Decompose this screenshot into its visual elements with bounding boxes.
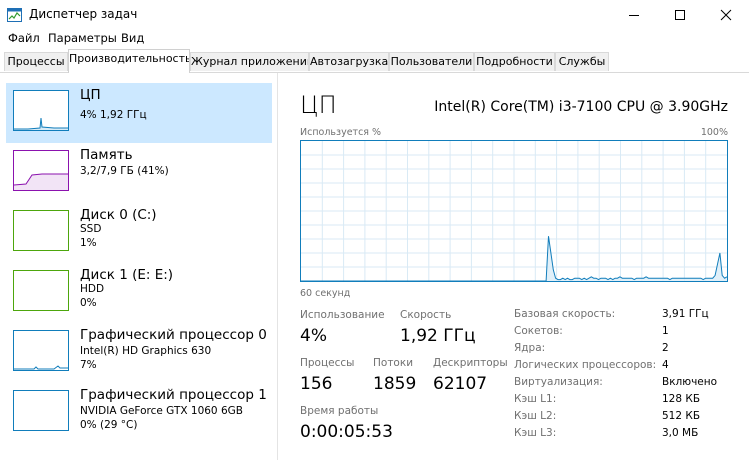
tab-startup[interactable]: Автозагрузка	[309, 52, 389, 71]
close-icon	[720, 9, 732, 21]
spec-value: 3,0 МБ	[662, 427, 699, 439]
processes-label: Процессы	[300, 357, 355, 369]
sidebar-item-detail: Intel(R) HD Graphics 630	[80, 345, 212, 357]
menu-view[interactable]: Вид	[121, 31, 144, 45]
memory-thumbnail	[13, 150, 69, 191]
tab-details[interactable]: Подробности	[474, 52, 555, 71]
sidebar-item-name: ЦП	[80, 87, 101, 103]
graph-max-label: 100%	[700, 127, 728, 138]
maximize-icon	[675, 10, 685, 20]
menu-options[interactable]: Параметры	[48, 31, 117, 45]
tab-services[interactable]: Службы	[555, 52, 609, 71]
usage-label: Использование	[300, 309, 385, 321]
spec-label: Базовая скорость:	[514, 308, 616, 320]
sidebar-item-usage: 7%	[80, 359, 97, 371]
sidebar-item-name: Графический процессор 0	[80, 327, 267, 343]
usage-value: 4%	[300, 326, 327, 346]
resource-list: ЦП 4% 1,92 ГГц Память 3,2/7,9 ГБ (41%) Д…	[0, 73, 278, 460]
spec-value: 128 КБ	[662, 393, 701, 405]
spec-label: Сокетов:	[514, 325, 563, 337]
uptime-value: 0:00:05:53	[300, 422, 393, 442]
sidebar-item-usage: 1%	[80, 237, 97, 249]
sidebar-item-usage: 0% (29 °C)	[80, 419, 138, 431]
menu-bar: Файл Параметры Вид	[0, 30, 749, 48]
handles-value: 62107	[433, 374, 488, 394]
spec-label: Ядра:	[514, 342, 546, 354]
processes-value: 156	[300, 374, 333, 394]
cpu-usage-chart	[301, 141, 727, 281]
maximize-button[interactable]	[657, 0, 703, 30]
menu-file[interactable]: Файл	[8, 31, 40, 45]
cpu-thumbnail	[13, 90, 69, 131]
spec-value: 2	[662, 342, 669, 354]
sidebar-item-name: Диск 1 (E: E:)	[80, 267, 174, 283]
disk-1-thumbnail	[13, 270, 69, 311]
graph-top-label: Используется %	[300, 127, 382, 138]
sidebar-item-gpu-1[interactable]: Графический процессор 1 NVIDIA GeForce G…	[6, 383, 272, 443]
spec-label: Кэш L3:	[514, 427, 557, 439]
sidebar-item-gpu-0[interactable]: Графический процессор 0 Intel(R) HD Grap…	[6, 323, 272, 383]
sidebar-item-memory[interactable]: Память 3,2/7,9 ГБ (41%)	[6, 143, 272, 203]
sidebar-item-name: Память	[80, 147, 133, 163]
spec-value: 3,91 ГГц	[662, 308, 709, 320]
minimize-icon	[629, 15, 639, 16]
tab-bar: Процессы Производительность Журнал прило…	[0, 48, 749, 73]
spec-value: Включено	[662, 376, 718, 388]
title-bar[interactable]: Диспетчер задач	[0, 0, 749, 30]
uptime-label: Время работы	[300, 405, 379, 417]
threads-value: 1859	[373, 374, 417, 394]
window-title: Диспетчер задач	[29, 7, 138, 21]
sidebar-item-cpu[interactable]: ЦП 4% 1,92 ГГц	[6, 83, 272, 143]
task-manager-icon	[7, 7, 22, 22]
minimize-button[interactable]	[611, 0, 657, 30]
gpu-1-thumbnail	[13, 390, 69, 431]
sidebar-item-detail: NVIDIA GeForce GTX 1060 6GB	[80, 405, 243, 417]
tab-processes[interactable]: Процессы	[4, 52, 68, 71]
cpu-model: Intel(R) Core(TM) i3-7100 CPU @ 3.90GHz	[434, 99, 728, 115]
close-button[interactable]	[703, 0, 749, 30]
spec-label: Логических процессоров:	[514, 359, 657, 371]
sidebar-item-usage: 0%	[80, 297, 97, 309]
tab-users[interactable]: Пользователи	[389, 52, 474, 71]
tab-performance[interactable]: Производительность	[68, 49, 190, 73]
sidebar-item-name: Графический процессор 1	[80, 387, 267, 403]
speed-value: 1,92 ГГц	[400, 326, 476, 346]
disk-0-thumbnail	[13, 210, 69, 251]
sidebar-item-detail: 4% 1,92 ГГц	[80, 109, 147, 121]
sidebar-item-detail: SSD	[80, 223, 102, 235]
sidebar-item-detail: 3,2/7,9 ГБ (41%)	[80, 165, 169, 177]
sidebar-item-name: Диск 0 (C:)	[80, 207, 157, 223]
speed-label: Скорость	[400, 309, 452, 321]
spec-value: 4	[662, 359, 669, 371]
spec-value: 512 КБ	[662, 410, 701, 422]
spec-label: Кэш L1:	[514, 393, 557, 405]
spec-value: 1	[662, 325, 669, 337]
spec-label: Виртуализация:	[514, 376, 603, 388]
page-title: ЦП	[300, 91, 337, 119]
graph-time-label: 60 секунд	[300, 288, 351, 299]
cpu-usage-graph	[300, 140, 728, 282]
sidebar-item-detail: HDD	[80, 283, 105, 295]
sidebar-item-disk-1[interactable]: Диск 1 (E: E:) HDD 0%	[6, 263, 272, 323]
tab-app-history[interactable]: Журнал приложений	[190, 52, 309, 71]
threads-label: Потоки	[373, 357, 414, 369]
spec-label: Кэш L2:	[514, 410, 557, 422]
handles-label: Дескрипторы	[433, 357, 508, 369]
sidebar-item-disk-0[interactable]: Диск 0 (C:) SSD 1%	[6, 203, 272, 263]
cpu-details-panel: ЦП Intel(R) Core(TM) i3-7100 CPU @ 3.90G…	[278, 73, 749, 460]
gpu-0-thumbnail	[13, 330, 69, 371]
